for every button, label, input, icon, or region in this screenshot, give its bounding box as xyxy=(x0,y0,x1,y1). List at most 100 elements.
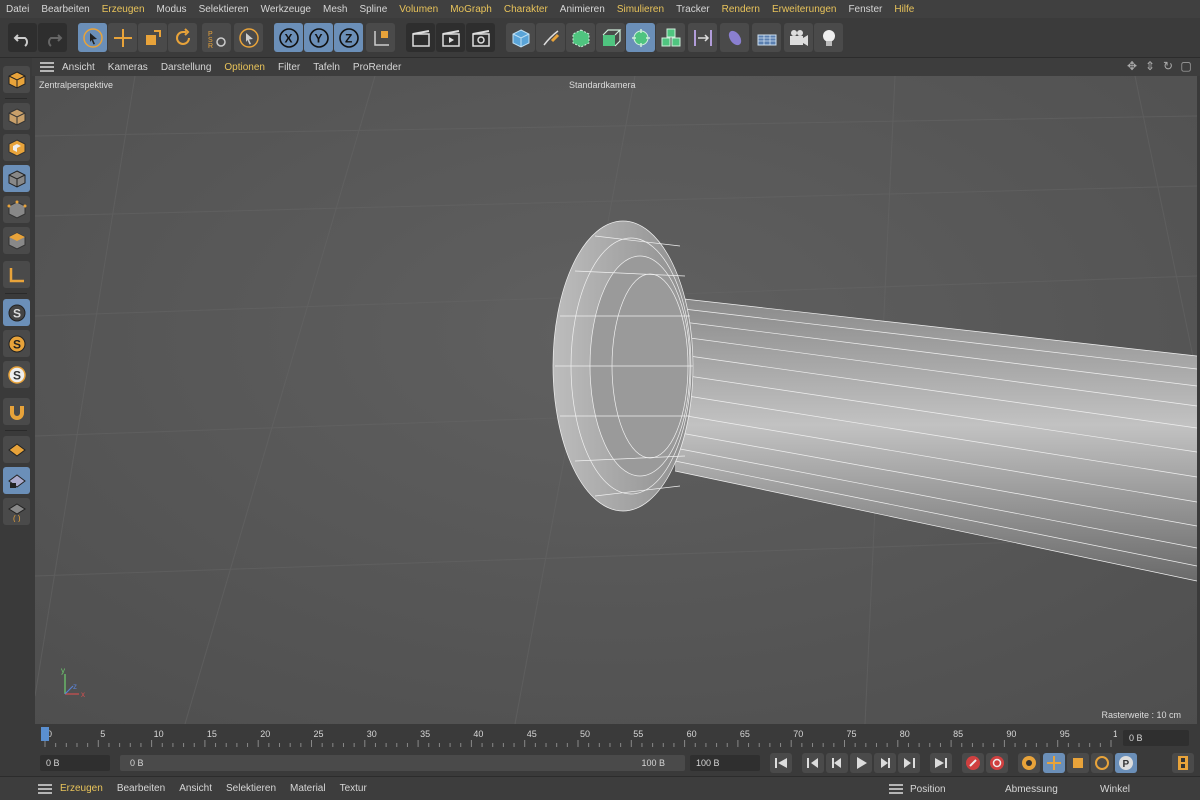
goto-start-button[interactable] xyxy=(770,753,792,773)
timeline-playhead[interactable] xyxy=(41,727,49,741)
texture-mode-button[interactable] xyxy=(3,134,30,161)
current-frame-field[interactable]: 0 B xyxy=(1123,730,1189,746)
coordinate-system-button[interactable] xyxy=(366,23,395,52)
record-keyframe-button[interactable] xyxy=(962,753,984,773)
render-settings-button[interactable] xyxy=(466,23,495,52)
viewport-pan-icon[interactable]: ✥ xyxy=(1126,59,1138,73)
model-mode-button[interactable] xyxy=(3,103,30,130)
bottom-menu-erzeugen[interactable]: Erzeugen xyxy=(60,783,103,794)
vp-menu-filter[interactable]: Filter xyxy=(278,62,300,73)
subdivision-surface-button[interactable] xyxy=(566,23,595,52)
cube-object-button[interactable] xyxy=(506,23,535,52)
bottom-menu-bearbeiten[interactable]: Bearbeiten xyxy=(117,783,165,794)
bottom-menu-textur[interactable]: Textur xyxy=(340,783,367,794)
autokey-button[interactable] xyxy=(986,753,1008,773)
material-hamburger-icon[interactable] xyxy=(38,783,52,794)
vp-menu-optionen[interactable]: Optionen xyxy=(224,62,265,73)
redo-button[interactable] xyxy=(38,23,67,52)
light-button[interactable] xyxy=(814,23,843,52)
snap-button[interactable]: S xyxy=(3,299,30,326)
solo-button[interactable]: ( ) xyxy=(3,498,30,525)
menu-fenster[interactable]: Fenster xyxy=(848,4,882,15)
menu-animieren[interactable]: Animieren xyxy=(560,4,605,15)
camera-label[interactable]: Standardkamera xyxy=(569,80,636,90)
vp-menu-ansicht[interactable]: Ansicht xyxy=(62,62,95,73)
3d-viewport[interactable]: Zentralperspektive Standardkamera Raster… xyxy=(35,76,1197,724)
play-button[interactable] xyxy=(850,753,872,773)
frame-range-slider[interactable]: 0 B 100 B xyxy=(120,755,685,771)
menu-selektieren[interactable]: Selektieren xyxy=(199,4,249,15)
camera-button[interactable] xyxy=(784,23,813,52)
undo-button[interactable] xyxy=(8,23,37,52)
move-tool-button[interactable] xyxy=(108,23,137,52)
rotate-tool-button[interactable] xyxy=(168,23,197,52)
menu-simulieren[interactable]: Simulieren xyxy=(617,4,664,15)
viewport-dolly-icon[interactable]: ⇕ xyxy=(1144,59,1156,73)
scale-tool-button[interactable] xyxy=(138,23,167,52)
soft-selection-button[interactable]: S xyxy=(3,330,30,357)
layer-button[interactable] xyxy=(3,436,30,463)
cloner-button[interactable] xyxy=(626,23,655,52)
field-button[interactable] xyxy=(720,23,749,52)
symmetry-button[interactable]: S xyxy=(3,361,30,388)
lock-workplane-button[interactable] xyxy=(3,467,30,494)
mograph-button[interactable] xyxy=(656,23,685,52)
floor-button[interactable] xyxy=(752,23,781,52)
psr-tool-button[interactable]: PSR xyxy=(202,23,231,52)
pen-spline-button[interactable] xyxy=(536,23,565,52)
prev-frame-button[interactable] xyxy=(826,753,848,773)
deformer-button[interactable] xyxy=(688,23,717,52)
menu-rendern[interactable]: Rendern xyxy=(722,4,760,15)
position-key-button[interactable] xyxy=(1043,753,1065,773)
x-axis-lock-button[interactable]: X xyxy=(274,23,303,52)
menu-hilfe[interactable]: Hilfe xyxy=(894,4,914,15)
viewport-rotate-icon[interactable]: ↻ xyxy=(1162,59,1174,73)
goto-end-button[interactable] xyxy=(930,753,952,773)
viewport-hamburger-icon[interactable] xyxy=(40,62,54,72)
extrude-button[interactable] xyxy=(596,23,625,52)
bottom-menu-material[interactable]: Material xyxy=(290,783,326,794)
render-picture-viewer-button[interactable] xyxy=(436,23,465,52)
timeline-window-button[interactable] xyxy=(1172,753,1194,773)
menu-modus[interactable]: Modus xyxy=(157,4,187,15)
magnet-button[interactable] xyxy=(3,398,30,425)
vp-menu-kameras[interactable]: Kameras xyxy=(108,62,148,73)
viewport-maximize-icon[interactable]: ▢ xyxy=(1180,59,1192,73)
render-view-button[interactable] xyxy=(406,23,435,52)
y-axis-lock-button[interactable]: Y xyxy=(304,23,333,52)
polygons-mode-button[interactable] xyxy=(3,227,30,254)
bottom-menu-selektieren[interactable]: Selektieren xyxy=(226,783,276,794)
vp-menu-tafeln[interactable]: Tafeln xyxy=(313,62,340,73)
menu-charakter[interactable]: Charakter xyxy=(504,4,548,15)
next-key-button[interactable] xyxy=(898,753,920,773)
next-frame-button[interactable] xyxy=(874,753,896,773)
z-axis-lock-button[interactable]: Z xyxy=(334,23,363,52)
menu-bearbeiten[interactable]: Bearbeiten xyxy=(41,4,89,15)
menu-datei[interactable]: Datei xyxy=(6,4,29,15)
points-mode-button[interactable] xyxy=(3,196,30,223)
vp-menu-darstellung[interactable]: Darstellung xyxy=(161,62,212,73)
coords-hamburger-icon[interactable] xyxy=(889,784,903,794)
bottom-menu-ansicht[interactable]: Ansicht xyxy=(179,783,212,794)
live-selection-button[interactable] xyxy=(78,23,107,52)
menu-werkzeuge[interactable]: Werkzeuge xyxy=(261,4,311,15)
menu-erweiterungen[interactable]: Erweiterungen xyxy=(772,4,836,15)
start-frame-field[interactable]: 0 B xyxy=(40,755,110,771)
menu-tracker[interactable]: Tracker xyxy=(676,4,710,15)
menu-spline[interactable]: Spline xyxy=(359,4,387,15)
menu-mograph[interactable]: MoGraph xyxy=(450,4,492,15)
parameter-key-button[interactable]: P xyxy=(1115,753,1137,773)
prev-key-button[interactable] xyxy=(802,753,824,773)
last-tool-button[interactable] xyxy=(234,23,263,52)
vp-menu-prorender[interactable]: ProRender xyxy=(353,62,401,73)
menu-mesh[interactable]: Mesh xyxy=(323,4,347,15)
menu-erzeugen[interactable]: Erzeugen xyxy=(102,4,145,15)
timeline[interactable]: 0 5 10 15 20 25 30 35 40 45 50 55 60 65 70 75 80 85 90 95 1 0… xyxy=(35,724,1197,750)
timeline-ruler[interactable]: 0510152025303540455055606570758085909510… xyxy=(35,724,1117,750)
make-editable-button[interactable] xyxy=(3,66,30,93)
object-mode-button[interactable] xyxy=(3,165,30,192)
end-frame-field[interactable]: 100 B xyxy=(690,755,760,771)
menu-volumen[interactable]: Volumen xyxy=(399,4,438,15)
scale-key-button[interactable] xyxy=(1067,753,1089,773)
workplane-button[interactable] xyxy=(3,261,30,288)
